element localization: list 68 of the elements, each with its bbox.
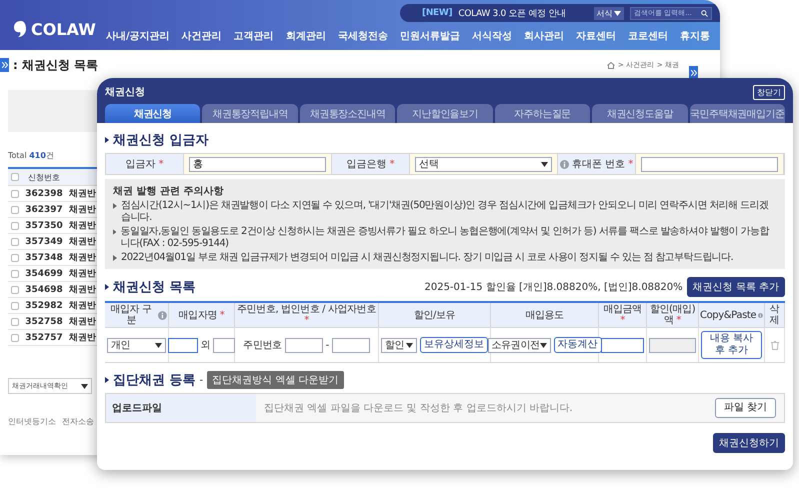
column-header: 삭제 — [768, 304, 780, 326]
column-header: 매입금액 * — [602, 304, 643, 326]
nav-item[interactable]: 사내/공지관리 — [106, 29, 170, 43]
table-cell: 352982 — [22, 298, 66, 314]
table-cell: 354698 — [22, 282, 66, 298]
tab[interactable]: 채권통장적립내역 — [202, 104, 298, 123]
nav-item[interactable]: 자료센터 — [576, 29, 616, 43]
notice-link[interactable]: COLAW 3.0 오픈 예정 안내 — [458, 6, 588, 20]
dash-text: - — [326, 340, 329, 350]
select-field[interactable]: 선택 — [415, 156, 552, 172]
calculate-button[interactable]: 자동계산 — [554, 337, 602, 353]
tab[interactable]: 국민주택채권매입기준 — [690, 104, 785, 123]
nav-item[interactable]: 회사관리 — [524, 29, 564, 43]
table-cell: 357349 — [22, 234, 66, 250]
total-count: Total 410건 — [8, 150, 55, 161]
joiner-text: 외 — [200, 339, 210, 352]
field-label: 주민번호 — [243, 339, 282, 352]
footer-link[interactable]: 전자소송 — [62, 416, 94, 427]
section-title: 집단채권 등록 — [113, 372, 196, 389]
table-cell: 352758 — [22, 314, 66, 330]
tab[interactable]: 채권신청 — [105, 104, 200, 123]
table-cell: 362398 — [22, 186, 66, 202]
footer-link[interactable]: 인터넷등기소 — [8, 416, 56, 427]
separator-text: - — [200, 374, 204, 386]
nav-item[interactable]: 회계관리 — [286, 29, 326, 43]
table-cell: 354699 — [22, 266, 66, 282]
table-cell: 357348 — [22, 250, 66, 266]
copy-button[interactable]: 내용 복사 후 추가 — [701, 331, 762, 359]
column-header: Copy&Paste — [700, 310, 756, 320]
field-label: 휴대폰 번호 * — [572, 158, 634, 171]
new-label: [NEW] — [422, 8, 452, 18]
nav-item[interactable]: 코로센터 — [628, 29, 668, 43]
nav-item[interactable]: 국세청전송 — [338, 29, 388, 43]
tab[interactable]: 채권신청도움말 — [592, 104, 688, 123]
tab[interactable]: 자주하는질문 — [494, 104, 590, 123]
nav-item[interactable]: 고객관리 — [234, 29, 274, 43]
column-header: 할인/보유 — [414, 310, 456, 320]
column-header: 매입자명 * — [178, 310, 224, 320]
scope-select[interactable]: 서식 — [594, 6, 624, 20]
table-cell: 362397 — [22, 202, 66, 218]
column-header: 할인(매입)액 * — [648, 304, 696, 326]
detail-button[interactable]: 보유상세정보 — [420, 337, 488, 353]
nav-item[interactable]: 민원서류발급 — [400, 29, 460, 43]
table-cell: 352757 — [22, 330, 66, 346]
column-header: 신청번호 — [22, 169, 66, 186]
tab[interactable]: 지난할인율보기 — [397, 104, 493, 123]
field-label: 입금은행 * — [346, 158, 395, 171]
logo-text: COLAW — [31, 20, 96, 38]
field-label: 입금자 * — [125, 158, 164, 171]
input-field[interactable]: 홍 — [189, 156, 326, 172]
select-field[interactable]: 개인 — [107, 338, 166, 352]
nav-item[interactable]: 휴지통 — [680, 29, 710, 43]
rate-info: 2025-01-15 할인율 [개인]8.08820%, [법인]8.08820% — [424, 281, 683, 294]
page-title: : 채권신청 목록 — [13, 56, 100, 74]
download-button[interactable]: 집단채권방식 엑셀 다운받기 — [207, 371, 344, 389]
submit-button[interactable]: 채권신청하기 — [713, 433, 785, 453]
close-button[interactable]: 창닫기 — [753, 84, 785, 100]
column-header: 매입용도 — [525, 310, 564, 320]
select-field[interactable]: 할인 — [381, 338, 417, 352]
add-button[interactable]: 채권신청 목록 추가 — [686, 277, 785, 297]
nav-item[interactable]: 사건관리 — [182, 29, 222, 43]
table-cell: 357350 — [22, 218, 66, 234]
tab[interactable]: 채권통장소진내역 — [300, 104, 396, 123]
section-title: 채권신청 입금자 — [113, 132, 209, 149]
select-field[interactable]: 소유권이전 — [488, 338, 551, 352]
dialog-title: 채권신청 — [105, 86, 145, 99]
column-header: 주민번호, 법인번호 / 사업자번호 * — [236, 304, 377, 326]
nav-item[interactable]: 서식작성 — [472, 29, 512, 43]
